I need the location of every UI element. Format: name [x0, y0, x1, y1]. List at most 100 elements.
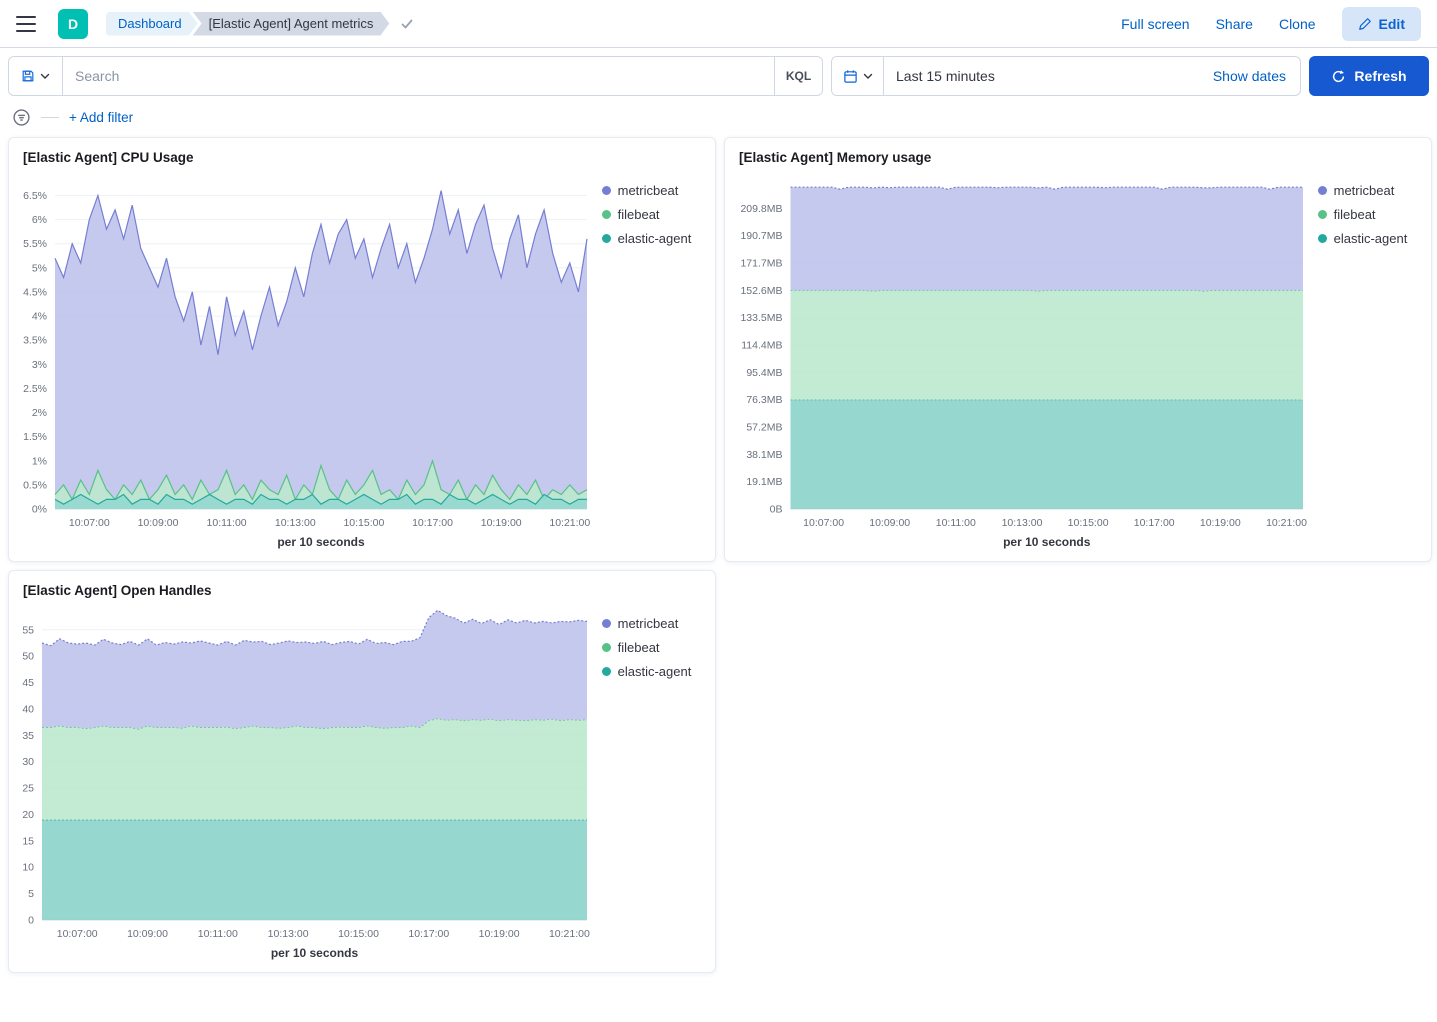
svg-text:133.5MB: 133.5MB: [740, 312, 782, 324]
svg-text:171.7MB: 171.7MB: [740, 258, 782, 270]
legend-item-metricbeat[interactable]: metricbeat: [602, 183, 709, 198]
legend-item-elastic-agent[interactable]: elastic-agent: [602, 664, 709, 679]
chart-legend: metricbeat filebeat elastic-agent: [592, 171, 709, 553]
show-dates-button[interactable]: Show dates: [1213, 68, 1300, 84]
legend-dot-icon: [602, 234, 611, 243]
save-icon: [21, 69, 35, 83]
panel-title[interactable]: [Elastic Agent] CPU Usage: [9, 148, 715, 171]
svg-text:per 10 seconds: per 10 seconds: [271, 946, 359, 960]
panel-title[interactable]: [Elastic Agent] Open Handles: [9, 581, 715, 604]
chart-legend: metricbeat filebeat elastic-agent: [592, 604, 709, 964]
svg-text:2%: 2%: [32, 407, 47, 419]
svg-text:35: 35: [22, 730, 34, 742]
legend-dot-icon: [602, 619, 611, 628]
legend-label: metricbeat: [1334, 183, 1395, 198]
svg-text:10:07:00: 10:07:00: [57, 928, 98, 940]
svg-text:152.6MB: 152.6MB: [740, 285, 782, 297]
svg-text:10:17:00: 10:17:00: [1134, 517, 1175, 529]
svg-text:10:15:00: 10:15:00: [338, 928, 379, 940]
legend-dot-icon: [602, 186, 611, 195]
svg-text:10:13:00: 10:13:00: [268, 928, 309, 940]
calendar-button[interactable]: [832, 57, 884, 95]
area-chart-open-handles[interactable]: 051015202530354045505510:07:0010:09:0010…: [15, 604, 592, 964]
filter-row: + Add filter: [0, 104, 1437, 137]
legend-item-elastic-agent[interactable]: elastic-agent: [602, 231, 709, 246]
saved-query-button[interactable]: [9, 57, 63, 95]
svg-text:57.2MB: 57.2MB: [746, 422, 782, 434]
svg-text:4.5%: 4.5%: [23, 286, 47, 298]
panel-open-handles: [Elastic Agent] Open Handles 05101520253…: [8, 570, 716, 973]
legend-dot-icon: [602, 643, 611, 652]
svg-text:5: 5: [28, 888, 34, 900]
breadcrumb-current-page: [Elastic Agent] Agent metrics: [193, 12, 390, 36]
svg-text:10:19:00: 10:19:00: [479, 928, 520, 940]
svg-text:2.5%: 2.5%: [23, 383, 47, 395]
svg-text:6.5%: 6.5%: [23, 190, 47, 202]
svg-text:4%: 4%: [32, 311, 47, 323]
legend-item-elastic-agent[interactable]: elastic-agent: [1318, 231, 1425, 246]
add-filter-button[interactable]: + Add filter: [69, 110, 133, 125]
legend-label: metricbeat: [618, 616, 679, 631]
edit-button-label: Edit: [1379, 16, 1405, 32]
chevron-down-icon: [40, 71, 50, 81]
svg-text:0%: 0%: [32, 504, 47, 516]
svg-text:40: 40: [22, 704, 34, 716]
svg-text:38.1MB: 38.1MB: [746, 449, 782, 461]
search-input[interactable]: [63, 57, 774, 95]
svg-text:0B: 0B: [770, 504, 783, 516]
clone-button[interactable]: Clone: [1279, 16, 1316, 32]
filter-divider: [41, 117, 59, 118]
area-chart-memory-usage[interactable]: 0B19.1MB38.1MB57.2MB76.3MB95.4MB114.4MB1…: [731, 171, 1308, 553]
svg-text:1%: 1%: [32, 455, 47, 467]
svg-text:10:11:00: 10:11:00: [198, 928, 238, 940]
legend-label: filebeat: [618, 640, 660, 655]
svg-text:10:07:00: 10:07:00: [69, 517, 110, 529]
kql-badge[interactable]: KQL: [774, 57, 822, 95]
legend-item-metricbeat[interactable]: metricbeat: [1318, 183, 1425, 198]
legend-item-filebeat[interactable]: filebeat: [602, 207, 709, 222]
legend-label: elastic-agent: [618, 664, 692, 679]
legend-item-metricbeat[interactable]: metricbeat: [602, 616, 709, 631]
svg-text:19.1MB: 19.1MB: [746, 476, 782, 488]
share-button[interactable]: Share: [1216, 16, 1253, 32]
legend-dot-icon: [1318, 186, 1327, 195]
svg-text:10: 10: [22, 862, 34, 874]
chevron-down-icon: [863, 71, 873, 81]
breadcrumb-dashboard[interactable]: Dashboard: [106, 12, 198, 36]
legend-item-filebeat[interactable]: filebeat: [602, 640, 709, 655]
svg-text:0.5%: 0.5%: [23, 479, 47, 491]
breadcrumb: Dashboard [Elastic Agent] Agent metrics: [106, 12, 389, 36]
legend-label: elastic-agent: [618, 231, 692, 246]
legend-dot-icon: [1318, 210, 1327, 219]
avatar[interactable]: D: [58, 9, 88, 39]
svg-text:95.4MB: 95.4MB: [746, 367, 782, 379]
svg-text:10:21:00: 10:21:00: [1266, 517, 1307, 529]
edit-button[interactable]: Edit: [1342, 7, 1421, 41]
legend-item-filebeat[interactable]: filebeat: [1318, 207, 1425, 222]
area-chart-cpu-usage[interactable]: 0%0.5%1%1.5%2%2.5%3%3.5%4%4.5%5%5.5%6%6.…: [15, 171, 592, 553]
legend-label: filebeat: [1334, 207, 1376, 222]
panel-title[interactable]: [Elastic Agent] Memory usage: [725, 148, 1431, 171]
menu-icon[interactable]: [16, 16, 36, 32]
svg-text:10:11:00: 10:11:00: [207, 517, 247, 529]
full-screen-button[interactable]: Full screen: [1121, 16, 1189, 32]
legend-dot-icon: [602, 210, 611, 219]
check-icon[interactable]: [399, 16, 415, 32]
header-actions: Full screen Share Clone Edit: [1121, 7, 1421, 41]
filter-icon[interactable]: [12, 108, 31, 127]
search-bar: KQL: [8, 56, 823, 96]
svg-text:10:09:00: 10:09:00: [869, 517, 910, 529]
svg-text:1.5%: 1.5%: [23, 431, 47, 443]
legend-label: elastic-agent: [1334, 231, 1408, 246]
refresh-button[interactable]: Refresh: [1309, 56, 1429, 96]
svg-text:10:17:00: 10:17:00: [408, 928, 449, 940]
time-range-value[interactable]: Last 15 minutes: [884, 68, 1213, 84]
svg-text:10:21:00: 10:21:00: [549, 517, 590, 529]
svg-text:50: 50: [22, 651, 34, 663]
query-bar: KQL Last 15 minutes Show dates Refresh: [0, 48, 1437, 104]
svg-text:5%: 5%: [32, 262, 47, 274]
svg-text:10:19:00: 10:19:00: [1200, 517, 1241, 529]
chart-legend: metricbeat filebeat elastic-agent: [1308, 171, 1425, 553]
svg-text:0: 0: [28, 915, 34, 927]
svg-text:10:19:00: 10:19:00: [481, 517, 522, 529]
